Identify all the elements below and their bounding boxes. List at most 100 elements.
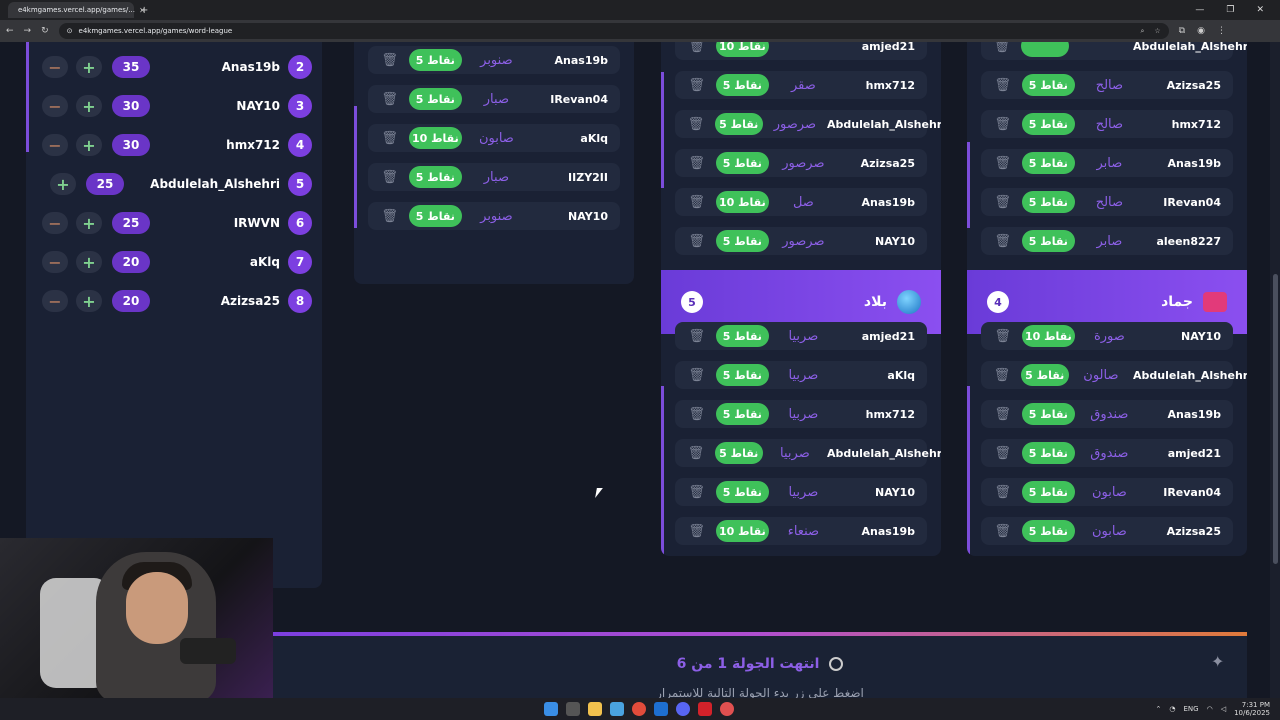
start-icon[interactable] [544,702,558,716]
trash-icon[interactable]: 🗑 [993,234,1012,249]
store-icon[interactable] [610,702,624,716]
points-badge[interactable]: 5 نقاط [714,113,763,135]
points-badge[interactable]: 5 نقاط [716,481,769,503]
discord-icon[interactable] [676,702,690,716]
obs-icon[interactable] [720,702,734,716]
trash-icon[interactable]: 🗑 [687,407,706,422]
volume-icon[interactable]: ◁ [1221,705,1226,713]
decrease-score-button[interactable]: − [42,134,68,156]
trash-icon[interactable]: 🗑 [993,368,1011,383]
trash-icon[interactable]: 🗑 [993,156,1012,171]
points-badge[interactable]: 5 نقاط [716,364,769,386]
trash-icon[interactable]: 🗑 [993,42,1011,54]
points-badge[interactable]: 5 نقاط [409,49,462,71]
address-bar[interactable]: ⊙ e4kmgames.vercel.app/games/word-league… [58,23,1169,39]
decrease-score-button[interactable]: − [42,290,68,312]
reload-icon[interactable]: ↻ [41,26,49,36]
trash-icon[interactable]: 🗑 [687,368,706,383]
maximize-button[interactable]: ❐ [1226,5,1234,15]
points-badge[interactable]: 5 نقاط [716,152,769,174]
points-badge[interactable]: 5 نقاط [1022,481,1075,503]
zoom-icon[interactable]: ⌕ [1140,27,1144,36]
points-badge[interactable] [1020,42,1069,57]
points-badge[interactable]: 5 نقاط [1022,113,1075,135]
increase-score-button[interactable]: + [76,290,102,312]
points-badge[interactable]: 5 نقاط [716,230,769,252]
points-badge[interactable]: 5 نقاط [1022,74,1075,96]
lang-indicator[interactable]: ENG [1184,705,1199,713]
page-scrollbar[interactable] [1270,42,1280,698]
trash-icon[interactable]: 🗑 [687,78,706,93]
trash-icon[interactable]: 🗑 [993,117,1012,132]
trash-icon[interactable]: 🗑 [993,78,1012,93]
points-badge[interactable]: 5 نقاط [1022,403,1075,425]
task-view-icon[interactable] [566,702,580,716]
menu-icon[interactable]: ⋮ [1217,26,1226,36]
file-explorer-icon[interactable] [588,702,602,716]
trash-icon[interactable]: 🗑 [687,446,705,461]
trash-icon[interactable]: 🗑 [380,170,399,185]
points-badge[interactable]: 5 نقاط [716,403,769,425]
trash-icon[interactable]: 🗑 [687,329,706,344]
points-badge[interactable]: 5 نقاط [1022,442,1075,464]
network-icon[interactable]: ◔ [1169,705,1175,713]
forward-icon[interactable]: → [24,26,32,36]
bookmark-star-icon[interactable]: ☆ [1154,27,1160,36]
close-window-button[interactable]: ✕ [1256,5,1264,15]
increase-score-button[interactable]: + [76,251,102,273]
points-badge[interactable]: 5 نقاط [1022,191,1075,213]
points-badge[interactable]: 10 نقاط [716,42,769,57]
trash-icon[interactable]: 🗑 [687,117,705,132]
decrease-score-button[interactable]: − [42,251,68,273]
trash-icon[interactable]: 🗑 [687,42,706,54]
points-badge[interactable]: 5 نقاط [409,88,462,110]
outlook-icon[interactable] [654,702,668,716]
points-badge[interactable]: 10 نقاط [716,520,769,542]
clock-display[interactable]: 7:31 PM 10/6/2025 [1234,701,1270,717]
trash-icon[interactable]: 🗑 [687,234,706,249]
points-badge[interactable]: 5 نقاط [714,442,763,464]
trash-icon[interactable]: 🗑 [380,131,399,146]
youtube-icon[interactable] [698,702,712,716]
chrome-icon[interactable] [632,702,646,716]
minimize-button[interactable]: — [1195,5,1204,15]
increase-score-button[interactable]: + [50,173,76,195]
decrease-score-button[interactable]: − [42,95,68,117]
decrease-score-button[interactable]: − [42,212,68,234]
points-badge[interactable]: 10 نقاط [716,191,769,213]
new-tab-button[interactable]: + [140,5,148,16]
site-info-icon[interactable]: ⊙ [67,27,73,35]
points-badge[interactable]: 10 نقاط [409,127,462,149]
points-badge[interactable]: 5 نقاط [1022,520,1075,542]
increase-score-button[interactable]: + [76,134,102,156]
points-badge[interactable]: 5 نقاط [409,166,462,188]
trash-icon[interactable]: 🗑 [380,92,399,107]
wifi-icon[interactable]: ◠ [1207,705,1213,713]
increase-score-button[interactable]: + [76,212,102,234]
points-badge[interactable]: 5 نقاط [1022,152,1075,174]
increase-score-button[interactable]: + [76,56,102,78]
trash-icon[interactable]: 🗑 [993,329,1012,344]
decrease-score-button[interactable]: − [42,56,68,78]
points-badge[interactable]: 5 نقاط [716,74,769,96]
trash-icon[interactable]: 🗑 [687,485,706,500]
browser-tab[interactable]: e4kmgames.vercel.app/games/... ✕ [8,2,146,18]
profile-icon[interactable]: ◉ [1197,26,1205,36]
trash-icon[interactable]: 🗑 [993,195,1012,210]
points-badge[interactable]: 5 نقاط [409,205,462,227]
increase-score-button[interactable]: + [76,95,102,117]
points-badge[interactable]: 5 نقاط [1022,230,1075,252]
trash-icon[interactable]: 🗑 [993,485,1012,500]
trash-icon[interactable]: 🗑 [993,446,1012,461]
trash-icon[interactable]: 🗑 [687,524,706,539]
back-icon[interactable]: ← [6,26,14,36]
trash-icon[interactable]: 🗑 [687,156,706,171]
points-badge[interactable]: 10 نقاط [1022,325,1075,347]
trash-icon[interactable]: 🗑 [993,524,1012,539]
trash-icon[interactable]: 🗑 [993,407,1012,422]
trash-icon[interactable]: 🗑 [380,53,399,68]
trash-icon[interactable]: 🗑 [380,209,399,224]
scrollbar-thumb[interactable] [1273,274,1278,564]
points-badge[interactable]: 5 نقاط [1020,364,1069,386]
tray-chevron-icon[interactable]: ⌃ [1156,705,1162,713]
